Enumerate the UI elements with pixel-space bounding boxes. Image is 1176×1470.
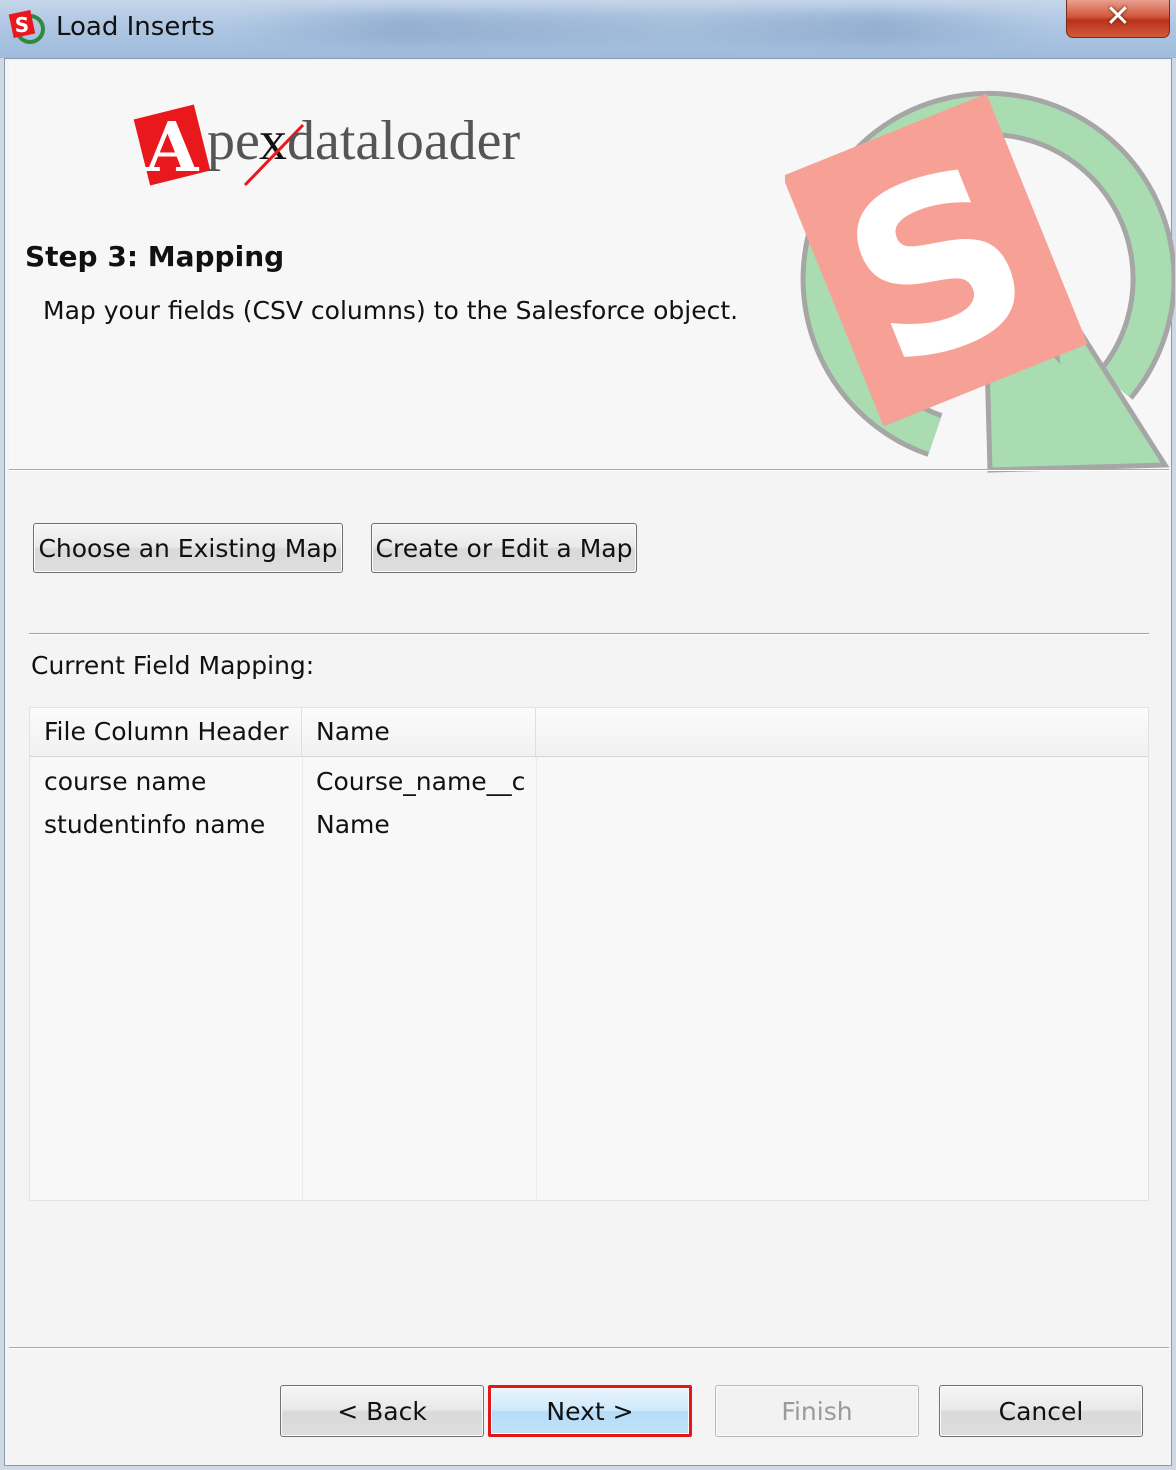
svg-text:A: A — [145, 108, 200, 188]
salesforce-field-cell: Course_name__c — [316, 767, 526, 796]
apex-s-logo-icon: S — [8, 9, 45, 44]
wizard-dialog: A pe x dataloader Step 3: Mapping Map yo… — [4, 58, 1175, 1466]
table-row[interactable]: course name Course_name__c — [30, 760, 1148, 803]
table-header: File Column Header Name — [30, 708, 1148, 757]
svg-text:pe: pe — [207, 110, 260, 172]
step-description: Map your fields (CSV columns) to the Sal… — [43, 296, 739, 325]
choose-existing-map-button[interactable]: Choose an Existing Map — [33, 523, 343, 573]
file-column-cell: studentinfo name — [44, 810, 266, 839]
close-icon[interactable]: ✕ — [1067, 0, 1169, 34]
svg-text:dataloader: dataloader — [287, 110, 521, 172]
svg-text:S: S — [15, 13, 29, 37]
footer-divider — [9, 1347, 1169, 1349]
close-button[interactable]: ✕ — [1066, 0, 1170, 38]
next-button[interactable]: Next > — [488, 1385, 692, 1437]
column-header-name[interactable]: Name — [302, 708, 536, 756]
section-divider — [29, 633, 1149, 635]
svg-text:x: x — [259, 110, 287, 172]
back-button[interactable]: < Back — [280, 1385, 484, 1437]
apexdataloader-logo: A pe x dataloader — [133, 104, 521, 188]
title-bar-background-blur — [240, 10, 1040, 44]
file-column-cell: course name — [44, 767, 207, 796]
wizard-header: A pe x dataloader Step 3: Mapping Map yo… — [9, 61, 1175, 473]
column-header-file-column[interactable]: File Column Header — [30, 708, 302, 756]
finish-button[interactable]: Finish — [715, 1385, 919, 1437]
apex-watermark-icon: S — [785, 90, 1175, 473]
header-divider — [9, 469, 1169, 471]
salesforce-field-cell: Name — [316, 810, 390, 839]
window-title: Load Inserts — [56, 12, 215, 42]
cancel-button[interactable]: Cancel — [939, 1385, 1143, 1437]
create-or-edit-map-button[interactable]: Create or Edit a Map — [371, 523, 637, 573]
field-mapping-table[interactable]: File Column Header Name course name Cour… — [29, 707, 1149, 1201]
current-field-mapping-label: Current Field Mapping: — [31, 651, 315, 680]
title-bar: S Load Inserts ✕ — [0, 0, 1176, 58]
step-title: Step 3: Mapping — [25, 240, 285, 273]
table-row[interactable]: studentinfo name Name — [30, 803, 1148, 846]
